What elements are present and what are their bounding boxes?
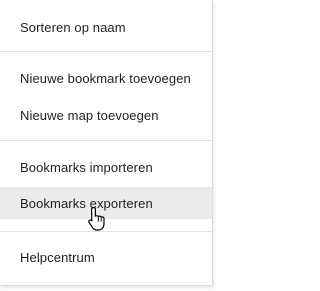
menu-item-label: Sorteren op naam: [20, 19, 126, 35]
menu-separator: [0, 231, 212, 232]
menu-item-export-bookmarks[interactable]: Bookmarks exporteren: [0, 187, 212, 219]
menu-item-label: Bookmarks exporteren: [20, 195, 153, 211]
menu-separator: [0, 51, 212, 52]
menu-separator: [0, 140, 212, 141]
menu-item-label: Helpcentrum: [20, 249, 95, 265]
menu-item-add-folder[interactable]: Nieuwe map toevoegen: [0, 99, 212, 131]
menu-item-label: Nieuwe bookmark toevoegen: [20, 70, 191, 86]
menu-item-import-bookmarks[interactable]: Bookmarks importeren: [0, 151, 212, 183]
menu-item-sort-by-name[interactable]: Sorteren op naam: [0, 11, 212, 43]
menu-item-label: Bookmarks importeren: [20, 159, 153, 175]
menu-item-help-center[interactable]: Helpcentrum: [0, 241, 212, 273]
menu-item-label: Nieuwe map toevoegen: [20, 107, 159, 123]
menu-item-add-bookmark[interactable]: Nieuwe bookmark toevoegen: [0, 62, 212, 94]
bookmarks-context-menu: Sorteren op naam Nieuwe bookmark toevoeg…: [0, 0, 213, 286]
